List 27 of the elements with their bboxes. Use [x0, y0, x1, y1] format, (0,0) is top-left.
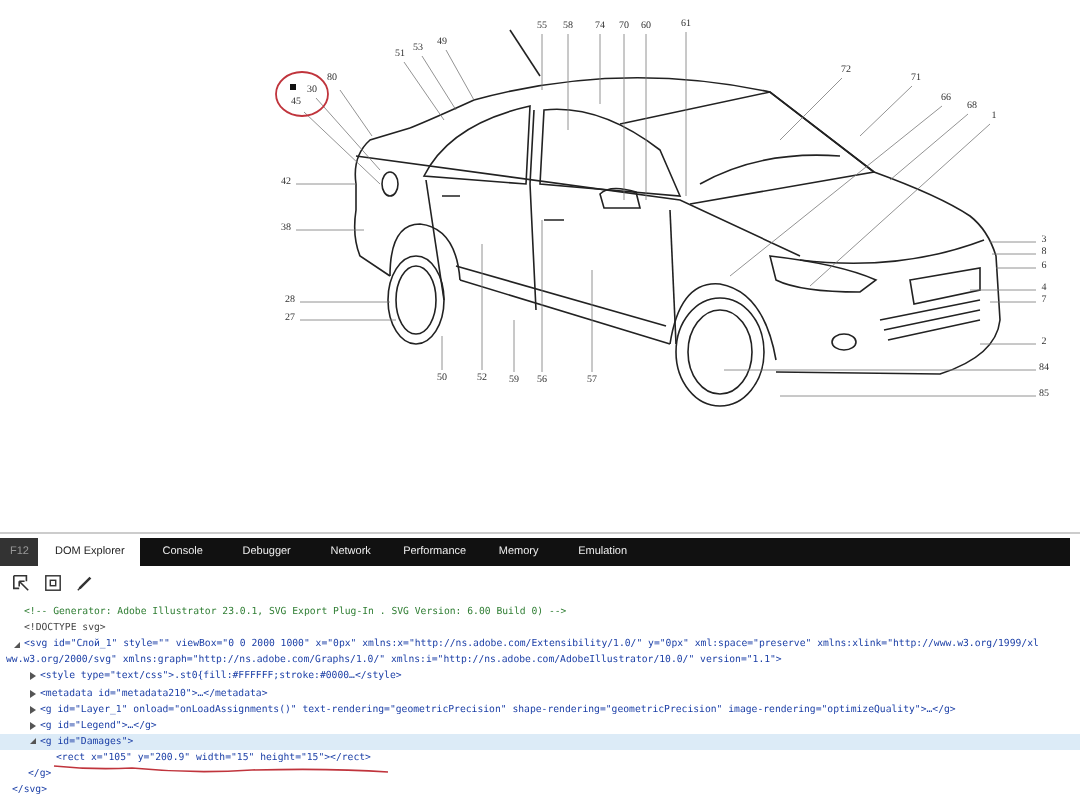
leader-line	[295, 229, 365, 231]
leader-line	[599, 33, 601, 105]
leader-line	[995, 267, 1037, 269]
leader-line	[481, 243, 483, 371]
leader-line	[541, 33, 543, 91]
collapsed-arrow-icon[interactable]	[28, 688, 40, 699]
leader-line	[299, 301, 391, 303]
collapsed-arrow-icon[interactable]	[28, 704, 40, 715]
annotation-circle	[275, 71, 329, 117]
collapsed-arrow-icon[interactable]	[28, 671, 40, 682]
box-model-icon[interactable]	[44, 574, 62, 592]
marker-square	[290, 84, 296, 90]
leader-line	[513, 319, 515, 373]
expanded-arrow-icon[interactable]	[12, 639, 24, 650]
leader-line	[567, 33, 569, 131]
leader-line	[591, 269, 593, 373]
leader-line	[979, 343, 1037, 345]
select-element-icon[interactable]	[12, 574, 30, 592]
pen-icon[interactable]	[76, 574, 94, 592]
leader-line	[441, 335, 443, 371]
leader-line	[421, 55, 457, 111]
collapsed-arrow-icon[interactable]	[28, 720, 40, 731]
leader-line	[989, 301, 1037, 303]
leader-line	[403, 61, 445, 121]
leader-line	[445, 49, 475, 101]
leader-line	[299, 319, 397, 321]
expanded-arrow-icon[interactable]	[28, 736, 40, 747]
